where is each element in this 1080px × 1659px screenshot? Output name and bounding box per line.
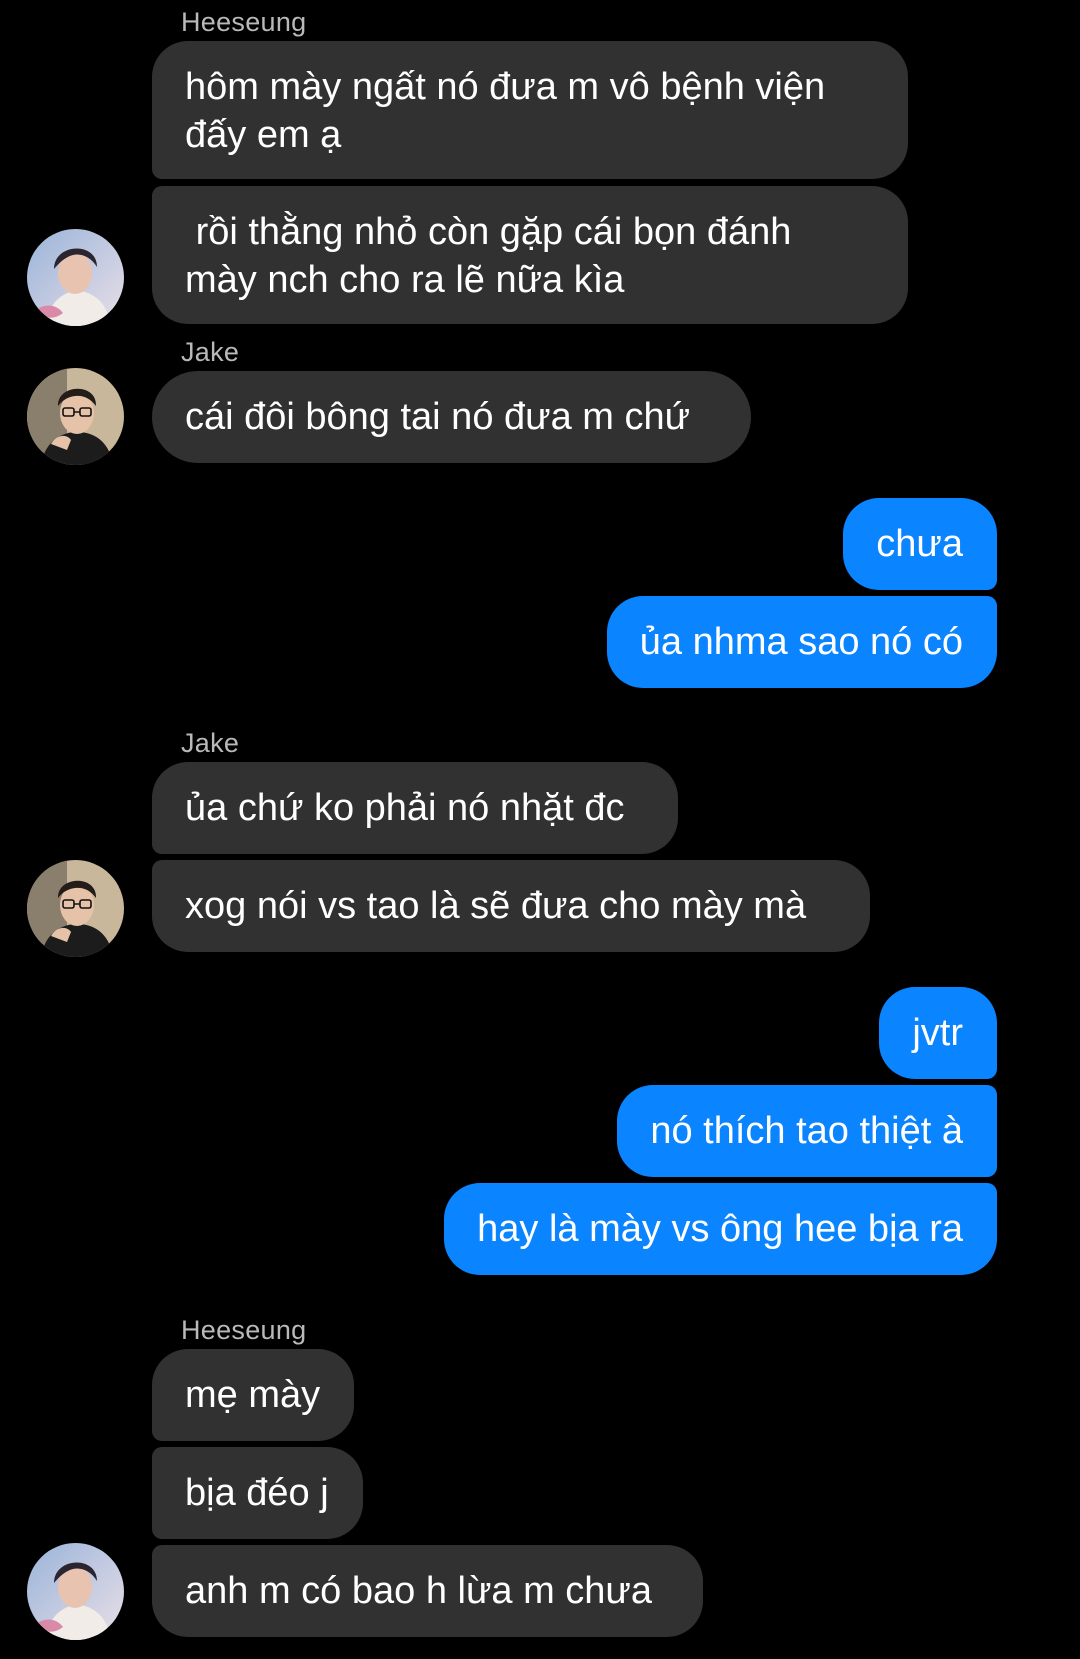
heeseung-avatar[interactable] — [27, 1543, 124, 1640]
message-bubble-incoming[interactable]: ủa chứ ko phải nó nhặt đc — [152, 762, 678, 854]
message-bubble-outgoing[interactable]: nó thích tao thiệt à — [617, 1085, 997, 1177]
message-bubble-outgoing[interactable]: hay là mày vs ông hee bịa ra — [444, 1183, 997, 1275]
message-bubble-incoming[interactable]: hôm mày ngất nó đưa m vô bệnh viện đấy e… — [152, 41, 908, 179]
message-bubble-outgoing[interactable]: chưa — [843, 498, 997, 590]
jake-avatar[interactable] — [27, 860, 124, 957]
message-bubble-incoming[interactable]: mẹ mày — [152, 1349, 355, 1441]
sender-name: Jake — [181, 337, 240, 367]
message-bubble-incoming[interactable]: bịa đéo j — [152, 1447, 363, 1539]
sender-name: Heeseung — [181, 7, 307, 37]
sender-name: Heeseung — [181, 1315, 307, 1345]
jake-avatar[interactable] — [27, 368, 124, 465]
message-bubble-incoming[interactable]: xog nói vs tao là sẽ đưa cho mày mà — [152, 860, 870, 952]
message-bubble-incoming[interactable]: rồi thằng nhỏ còn gặp cái bọn đánh mày n… — [152, 186, 908, 324]
message-bubble-outgoing[interactable]: jvtr — [879, 987, 997, 1079]
heeseung-avatar[interactable] — [27, 229, 124, 326]
message-bubble-outgoing[interactable]: ủa nhma sao nó có — [606, 596, 997, 688]
chat-thread: Heeseung hôm mày ngất nó đưa m vô bệnh v… — [0, 0, 1080, 1659]
message-bubble-incoming[interactable]: anh m có bao h lừa m chưa — [152, 1545, 703, 1637]
sender-name: Jake — [181, 728, 240, 758]
message-bubble-incoming[interactable]: cái đôi bông tai nó đưa m chứ — [152, 371, 751, 463]
